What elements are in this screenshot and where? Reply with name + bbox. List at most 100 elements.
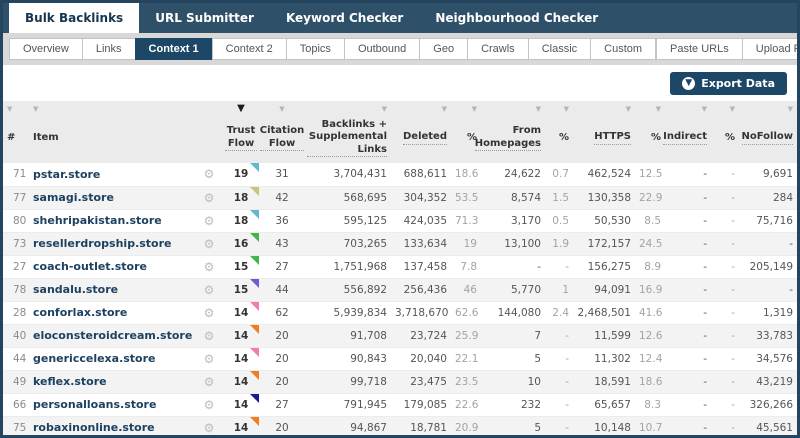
cell-homepages: 13,100 xyxy=(481,232,545,255)
cell-deleted_pct: 22.1 xyxy=(451,347,481,370)
gear-icon[interactable]: ⚙ xyxy=(204,352,215,366)
tab-classic[interactable]: Classic xyxy=(528,38,591,60)
tab-topics[interactable]: Topics xyxy=(286,38,345,60)
column-header-cf[interactable]: ▼Citation Flow xyxy=(261,101,303,163)
sort-arrow-deleted_pct[interactable]: ▼ xyxy=(451,101,481,117)
tab-crawls[interactable]: Crawls xyxy=(467,38,529,60)
item-link[interactable]: robaxinonline.store xyxy=(33,421,155,434)
gear-icon[interactable]: ⚙ xyxy=(204,260,215,274)
export-data-button[interactable]: ▼ Export Data xyxy=(670,72,787,95)
cell-https: 65,657 xyxy=(573,393,635,416)
item-link[interactable]: samagi.store xyxy=(33,191,114,204)
column-label-num: # xyxy=(3,117,29,163)
item-link[interactable]: resellerdropship.store xyxy=(33,237,172,250)
cell-item: conforlax.store xyxy=(29,301,197,324)
column-header-tf[interactable]: ▼Trust Flow xyxy=(221,101,261,163)
gear-icon[interactable]: ⚙ xyxy=(204,283,215,297)
paste-urls-button[interactable]: Paste URLs xyxy=(656,38,743,60)
cell-tf: 16 xyxy=(221,232,261,255)
gear-icon[interactable]: ⚙ xyxy=(204,237,215,251)
cell-indirect_pct: - xyxy=(711,278,739,301)
sort-arrow-num[interactable]: ▼ xyxy=(3,101,29,117)
item-link[interactable]: eloconsteroidcream.store xyxy=(33,329,192,342)
tab-overview[interactable]: Overview xyxy=(9,38,83,60)
trust-flow-value: 18 xyxy=(234,215,249,227)
download-arrow-icon: ▼ xyxy=(682,77,695,90)
topic-color-triangle xyxy=(250,371,259,380)
gear-icon[interactable]: ⚙ xyxy=(204,421,215,435)
tab-context-2[interactable]: Context 2 xyxy=(212,38,287,60)
sort-arrow-https_pct[interactable]: ▼ xyxy=(635,101,665,117)
item-link[interactable]: sandalu.store xyxy=(33,283,118,296)
tab-context-1[interactable]: Context 1 xyxy=(135,38,213,60)
gear-icon[interactable]: ⚙ xyxy=(204,375,215,389)
cell-nofollow: 75,716 xyxy=(739,209,797,232)
sort-arrow-backlinks[interactable]: ▼ xyxy=(303,101,391,117)
cell-cf: 27 xyxy=(261,255,303,278)
top-tab-keyword-checker[interactable]: Keyword Checker xyxy=(270,3,419,33)
item-link[interactable]: pstar.store xyxy=(33,168,100,181)
cell-gear: ⚙ xyxy=(197,186,221,209)
upload-file-button[interactable]: Upload File xyxy=(742,38,800,60)
gear-icon[interactable]: ⚙ xyxy=(204,398,215,412)
sort-arrow-deleted[interactable]: ▼ xyxy=(391,101,451,117)
cell-cf: 20 xyxy=(261,324,303,347)
item-link[interactable]: coach-outlet.store xyxy=(33,260,147,273)
item-link[interactable]: personalloans.store xyxy=(33,398,156,411)
sort-arrow-tf[interactable]: ▼ xyxy=(221,101,261,117)
cell-gear: ⚙ xyxy=(197,163,221,186)
column-header-backlinks[interactable]: ▼Backlinks + Supplemental Links xyxy=(303,101,391,163)
item-link[interactable]: genericcelexa.store xyxy=(33,352,156,365)
cell-indirect: - xyxy=(665,278,711,301)
topic-color-triangle xyxy=(250,325,259,334)
tab-outbound[interactable]: Outbound xyxy=(344,38,420,60)
top-tab-url-submitter[interactable]: URL Submitter xyxy=(139,3,270,33)
cell-num: 78 xyxy=(3,278,29,301)
column-label-homepages_pct: % xyxy=(545,117,573,163)
top-tab-neighbourhood-checker[interactable]: Neighbourhood Checker xyxy=(419,3,614,33)
toolbar: ▼ Export Data xyxy=(3,65,797,101)
cell-num: 27 xyxy=(3,255,29,278)
column-header-homepages[interactable]: ▼From Homepages xyxy=(481,101,545,163)
cell-gear: ⚙ xyxy=(197,209,221,232)
gear-icon[interactable]: ⚙ xyxy=(204,214,215,228)
column-header-homepages_pct[interactable]: ▼% xyxy=(545,101,573,163)
gear-icon[interactable]: ⚙ xyxy=(204,191,215,205)
tab-links[interactable]: Links xyxy=(82,38,136,60)
top-navigation: Bulk BacklinksURL SubmitterKeyword Check… xyxy=(3,3,797,33)
column-header-indirect[interactable]: ▼Indirect xyxy=(665,101,711,163)
item-link[interactable]: keflex.store xyxy=(33,375,107,388)
cell-indirect_pct: - xyxy=(711,209,739,232)
sort-arrow-item[interactable]: ▼ xyxy=(29,101,197,117)
item-link[interactable]: conforlax.store xyxy=(33,306,127,319)
column-header-https[interactable]: ▼HTTPS xyxy=(573,101,635,163)
gear-icon[interactable]: ⚙ xyxy=(204,329,215,343)
sort-arrow-https[interactable]: ▼ xyxy=(573,101,635,117)
cell-https_pct: 8.5 xyxy=(635,209,665,232)
column-header-https_pct[interactable]: ▼% xyxy=(635,101,665,163)
column-header-gear xyxy=(197,101,221,163)
sort-arrow-homepages_pct[interactable]: ▼ xyxy=(545,101,573,117)
tab-custom[interactable]: Custom xyxy=(590,38,656,60)
table-header-row: ▼#▼Item▼Trust Flow▼Citation Flow▼Backlin… xyxy=(3,101,800,163)
column-header-item[interactable]: ▼Item xyxy=(29,101,197,163)
cell-item: personalloans.store xyxy=(29,393,197,416)
sort-arrow-cf[interactable]: ▼ xyxy=(261,101,303,117)
sort-arrow-indirect[interactable]: ▼ xyxy=(665,101,711,117)
cell-https: 94,091 xyxy=(573,278,635,301)
gear-icon[interactable]: ⚙ xyxy=(204,306,215,320)
gear-icon[interactable]: ⚙ xyxy=(204,167,215,181)
sort-arrow-indirect_pct[interactable]: ▼ xyxy=(711,101,739,117)
sort-arrow-nofollow[interactable]: ▼ xyxy=(739,101,797,117)
cell-https_pct: 24.5 xyxy=(635,232,665,255)
column-header-indirect_pct[interactable]: ▼% xyxy=(711,101,739,163)
column-header-num[interactable]: ▼# xyxy=(3,101,29,163)
top-tab-bulk-backlinks[interactable]: Bulk Backlinks xyxy=(9,3,139,33)
cell-homepages: 3,170 xyxy=(481,209,545,232)
item-link[interactable]: shehripakistan.store xyxy=(33,214,162,227)
column-header-nofollow[interactable]: ▼NoFollow xyxy=(739,101,797,163)
sort-arrow-homepages[interactable]: ▼ xyxy=(481,101,545,117)
column-header-deleted[interactable]: ▼Deleted xyxy=(391,101,451,163)
tab-geo[interactable]: Geo xyxy=(419,38,468,60)
cell-homepages_pct: - xyxy=(545,370,573,393)
